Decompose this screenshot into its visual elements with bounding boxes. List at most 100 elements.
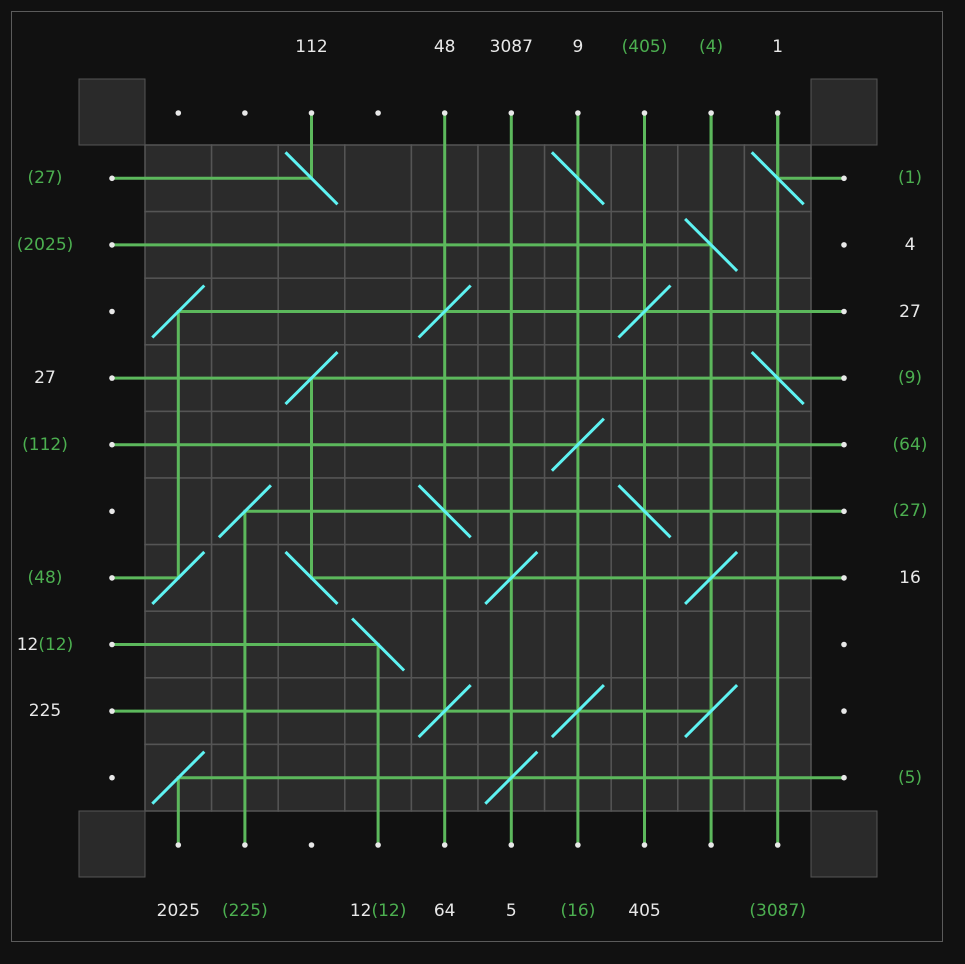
edge-dot-top xyxy=(774,110,781,116)
clue-right: 27 xyxy=(875,299,945,325)
edge-dot-right xyxy=(841,308,847,315)
clue-bottom: 2025 xyxy=(143,898,213,924)
edge-dot-left xyxy=(109,175,115,182)
edge-dot-bottom xyxy=(774,842,781,848)
edge-dot-right xyxy=(841,708,847,714)
clue-value-green: (27) xyxy=(27,168,63,189)
edge-dot-top xyxy=(508,110,515,116)
edge-dot-right xyxy=(841,641,847,648)
edge-dot-left xyxy=(109,242,115,248)
edge-dot-right xyxy=(841,441,847,448)
edge-dot-top xyxy=(175,110,182,116)
edge-dot-right xyxy=(841,575,847,581)
edge-dot-right xyxy=(841,774,847,781)
clue-top xyxy=(210,34,280,60)
clue-value: 16 xyxy=(899,567,921,588)
edge-dot-right xyxy=(841,242,847,248)
clue-left xyxy=(10,498,80,524)
clue-right: (9) xyxy=(875,365,945,391)
edge-dot-top xyxy=(308,110,315,116)
edge-dot-left xyxy=(109,575,115,581)
clue-bottom: 12(12) xyxy=(343,898,413,924)
clue-value-green: (1) xyxy=(897,168,923,189)
edge-dot-top xyxy=(441,110,448,116)
edge-dot-bottom xyxy=(575,842,581,848)
edge-dot-left xyxy=(109,508,115,515)
clue-left: 27 xyxy=(10,365,80,391)
clue-value: 4 xyxy=(904,234,916,255)
clue-left: (27) xyxy=(10,165,80,191)
edge-dot-left xyxy=(109,708,115,714)
clue-bottom: 64 xyxy=(410,898,480,924)
clue-value: 12 xyxy=(16,634,39,655)
clue-value-green: (4) xyxy=(699,37,724,57)
clue-right xyxy=(875,632,945,658)
clue-value: 9 xyxy=(572,37,584,57)
clue-right: 4 xyxy=(875,232,945,258)
clue-value-green: (3087) xyxy=(749,901,806,921)
clue-left: (112) xyxy=(10,432,80,458)
clue-bottom: (16) xyxy=(543,898,613,924)
edge-dot-left xyxy=(109,774,115,781)
edge-dot-bottom xyxy=(708,842,714,848)
clue-value-green: (27) xyxy=(892,501,928,522)
clue-value-green: (112) xyxy=(22,434,68,455)
edge-dot-left xyxy=(109,441,115,448)
clue-value-green: (48) xyxy=(27,567,63,588)
clue-bottom: (3087) xyxy=(743,898,813,924)
edge-dot-bottom xyxy=(242,842,248,848)
clue-top: (4) xyxy=(676,34,746,60)
edge-dot-top xyxy=(242,110,248,116)
clue-right xyxy=(875,698,945,724)
clue-right: 16 xyxy=(875,565,945,591)
clue-left xyxy=(10,765,80,791)
clue-top xyxy=(143,34,213,60)
clue-value: 5 xyxy=(505,901,517,921)
edge-dot-left xyxy=(109,375,115,381)
clue-bottom xyxy=(676,898,746,924)
clue-value: 112 xyxy=(295,37,328,57)
edge-dot-left xyxy=(109,308,115,315)
clue-bottom xyxy=(277,898,347,924)
clue-value: 12 xyxy=(349,901,372,921)
clue-right: (1) xyxy=(875,165,945,191)
clue-value: 2025 xyxy=(156,901,200,921)
clue-left: (2025) xyxy=(10,232,80,258)
clue-value-green: (5) xyxy=(897,767,923,788)
edge-dot-bottom xyxy=(175,842,182,848)
edge-dot-top xyxy=(375,110,381,116)
clue-value: 48 xyxy=(433,37,456,57)
clue-value-green: (225) xyxy=(222,901,268,921)
edge-dot-top xyxy=(641,110,648,116)
clue-top: 48 xyxy=(410,34,480,60)
clue-value: 27 xyxy=(899,301,921,322)
edge-dot-top xyxy=(708,110,714,116)
clue-value-green: (12) xyxy=(38,634,74,655)
clue-top xyxy=(343,34,413,60)
corner-box xyxy=(78,78,146,146)
corner-box xyxy=(810,78,878,146)
edge-dot-left xyxy=(109,641,115,648)
mirror-puzzle-board xyxy=(78,78,878,878)
clue-value: 64 xyxy=(433,901,456,921)
clue-right: (5) xyxy=(875,765,945,791)
grid-cell xyxy=(344,144,413,213)
edge-dot-right xyxy=(841,375,847,381)
clue-value-green: (12) xyxy=(371,901,407,921)
clue-left: 225 xyxy=(10,698,80,724)
edge-dot-bottom xyxy=(375,842,381,848)
edge-dot-bottom xyxy=(641,842,648,848)
corner-box xyxy=(78,810,146,878)
edge-dot-right xyxy=(841,508,847,515)
clue-value: 1 xyxy=(772,37,784,57)
clue-value-green: (16) xyxy=(560,901,596,921)
corner-box xyxy=(810,810,878,878)
edge-dot-top xyxy=(575,110,581,116)
clue-value: 405 xyxy=(628,901,661,921)
clue-left xyxy=(10,299,80,325)
clue-bottom: (225) xyxy=(210,898,280,924)
clue-value-green: (2025) xyxy=(16,234,74,255)
clue-right: (64) xyxy=(875,432,945,458)
clue-value-green: (405) xyxy=(621,37,668,57)
clue-top: (405) xyxy=(610,34,680,60)
